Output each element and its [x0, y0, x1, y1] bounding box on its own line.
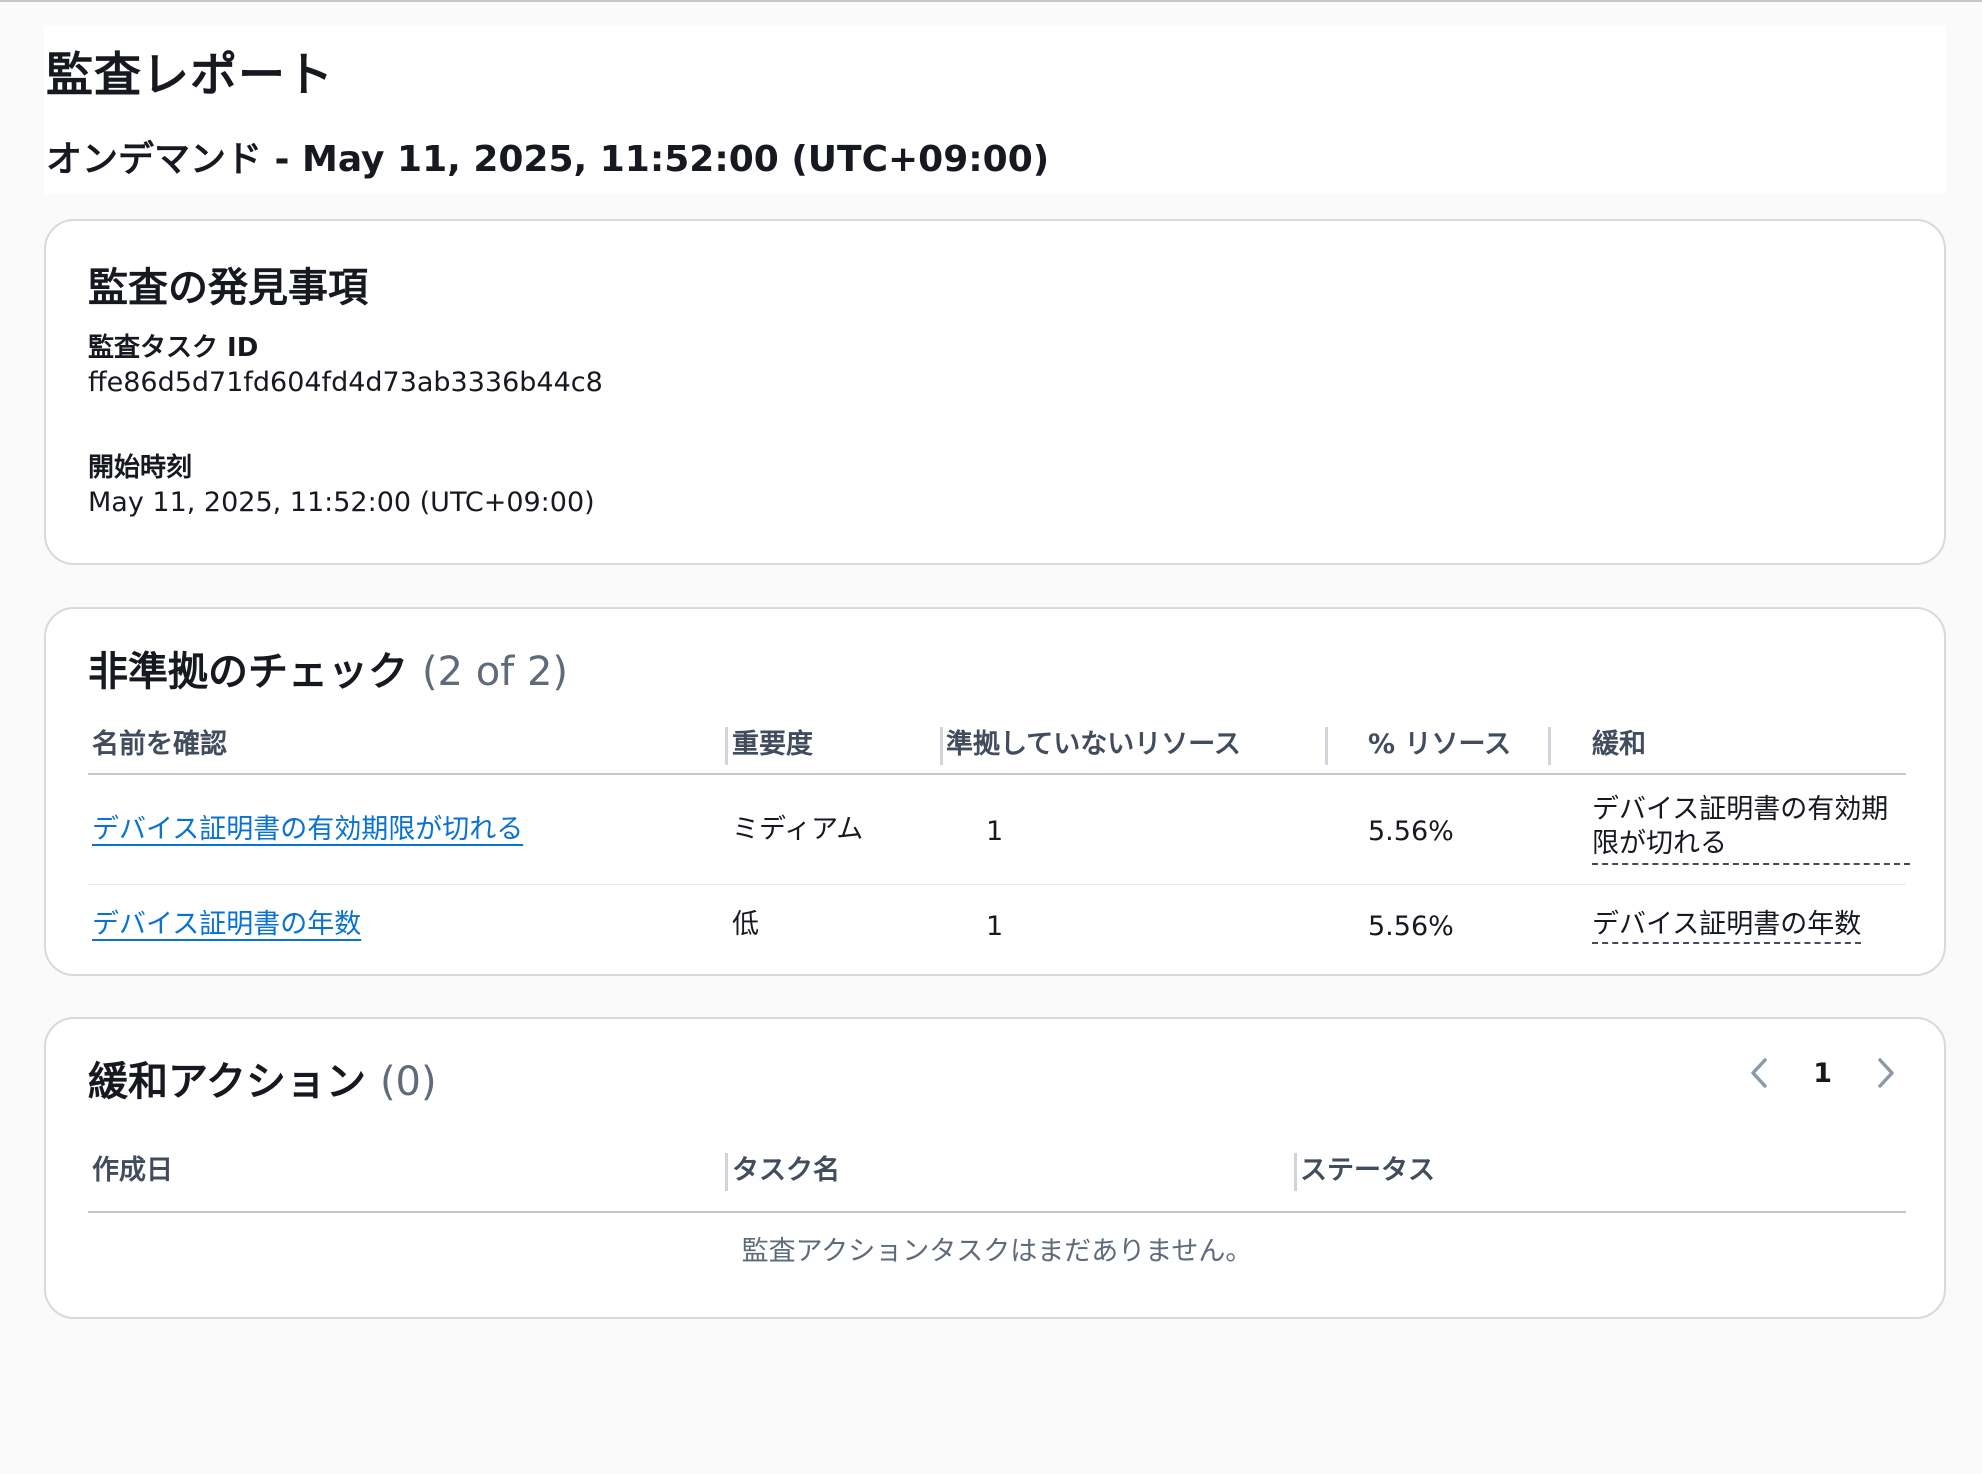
noncompliant-table-header: 名前を確認 重要度 準拠していないリソース % リソース 緩和 — [88, 717, 1906, 775]
pagination: 1 — [1739, 1053, 1906, 1093]
percent-resources-value: 5.56% — [1368, 816, 1454, 847]
mitigation-title: 緩和アクション (0) — [88, 1049, 437, 1107]
mitigation-text-line2: 限が切れる — [1592, 827, 1910, 865]
page-subtitle: オンデマンド - May 11, 2025, 11:52:00 (UTC+09:… — [46, 139, 1050, 180]
mitigation-table-header: 作成日 タスク名 ステータス — [88, 1129, 1906, 1213]
noncompliant-resources-value: 1 — [986, 816, 1004, 847]
mitigation-actions-card: 緩和アクション (0) 1 作成日 タスク名 ステータス 監査アクションタスクは… — [44, 1017, 1946, 1319]
severity-value: ミディアム — [732, 814, 864, 845]
column-header-mitigation[interactable]: 緩和 — [1588, 717, 1646, 773]
column-header-created-date[interactable]: 作成日 — [88, 1143, 173, 1199]
column-resizer[interactable] — [1548, 727, 1551, 765]
noncompliant-count: (2 of 2) — [421, 649, 569, 695]
page-header: 監査レポート オンデマンド - May 11, 2025, 11:52:00 (… — [44, 26, 1946, 194]
column-header-check-name[interactable]: 名前を確認 — [88, 717, 227, 773]
column-header-noncompliant-resources[interactable]: 準拠していないリソース — [942, 717, 1241, 773]
noncompliant-checks-card: 非準拠のチェック (2 of 2) 名前を確認 重要度 準拠していないリソース … — [44, 607, 1946, 976]
percent-resources-value: 5.56% — [1368, 911, 1454, 942]
check-name-link[interactable]: デバイス証明書の年数 — [92, 908, 361, 942]
severity-value: 低 — [732, 909, 759, 940]
start-time-label: 開始時刻 — [88, 453, 193, 483]
mitigation-link[interactable]: デバイス証明書の有効期 限が切れる — [1592, 793, 1912, 865]
mitigation-text-line1: デバイス証明書の有効期 — [1592, 794, 1889, 825]
findings-title: 監査の発見事項 — [88, 265, 368, 311]
audit-findings-card: 監査の発見事項 監査タスク ID ffe86d5d71fd604fd4d73ab… — [44, 219, 1946, 565]
chevron-left-icon[interactable] — [1739, 1053, 1779, 1093]
table-row: デバイス証明書の有効期限が切れる ミディアム 1 5.56% デバイス証明書の有… — [88, 777, 1910, 885]
noncompliant-resources-value: 1 — [986, 911, 1004, 942]
mitigation-link[interactable]: デバイス証明書の年数 — [1592, 908, 1862, 944]
mitigation-count: (0) — [379, 1059, 437, 1105]
column-header-severity[interactable]: 重要度 — [728, 717, 813, 773]
chevron-right-icon[interactable] — [1866, 1053, 1906, 1093]
column-resizer[interactable] — [1325, 727, 1328, 765]
empty-state-message: 監査アクションタスクはまだありません。 — [741, 1236, 1253, 1267]
noncompliant-title: 非準拠のチェック (2 of 2) — [88, 639, 568, 697]
header-underline — [88, 1129, 1906, 1213]
top-divider — [0, 0, 1982, 4]
page-number[interactable]: 1 — [1801, 1058, 1844, 1089]
noncompliant-title-text: 非準拠のチェック — [88, 649, 408, 695]
task-id-value: ffe86d5d71fd604fd4d73ab3336b44c8 — [88, 367, 603, 398]
column-header-status[interactable]: ステータス — [1296, 1143, 1435, 1199]
table-row: デバイス証明書の年数 低 1 5.56% デバイス証明書の年数 — [88, 886, 1906, 976]
column-header-percent-resources[interactable]: % リソース — [1364, 717, 1511, 773]
column-header-task-name[interactable]: タスク名 — [728, 1143, 840, 1199]
start-time-value: May 11, 2025, 11:52:00 (UTC+09:00) — [88, 487, 595, 518]
mitigation-title-text: 緩和アクション — [88, 1059, 366, 1105]
check-name-link[interactable]: デバイス証明書の有効期限が切れる — [92, 813, 523, 847]
mitigation-text: デバイス証明書の年数 — [1592, 909, 1862, 944]
page-title: 監査レポート — [46, 48, 334, 103]
task-id-label: 監査タスク ID — [88, 333, 259, 363]
